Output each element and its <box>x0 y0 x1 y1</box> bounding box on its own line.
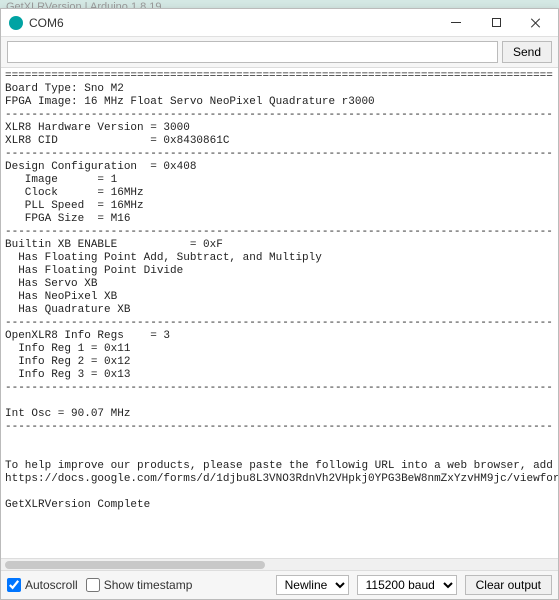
titlebar: COM6 <box>1 9 558 37</box>
send-button[interactable]: Send <box>502 41 552 63</box>
window-title: COM6 <box>29 16 436 30</box>
serial-monitor-window: COM6 Send ==============================… <box>0 8 559 600</box>
autoscroll-label: Autoscroll <box>25 578 78 592</box>
show-timestamp-checkbox[interactable]: Show timestamp <box>86 578 193 592</box>
show-timestamp-input[interactable] <box>86 578 100 592</box>
close-button[interactable] <box>516 10 556 36</box>
send-row: Send <box>1 37 558 68</box>
line-ending-select[interactable]: Newline <box>276 575 349 595</box>
maximize-button[interactable] <box>476 10 516 36</box>
show-timestamp-label: Show timestamp <box>104 578 193 592</box>
bottom-bar: Autoscroll Show timestamp Newline 115200… <box>1 570 558 599</box>
clear-output-button[interactable]: Clear output <box>465 575 552 595</box>
autoscroll-checkbox[interactable]: Autoscroll <box>7 578 78 592</box>
horizontal-scrollbar[interactable] <box>1 558 558 570</box>
horizontal-scrollbar-thumb[interactable] <box>5 561 265 569</box>
minimize-button[interactable] <box>436 10 476 36</box>
serial-output[interactable]: ========================================… <box>1 68 558 558</box>
app-icon <box>9 16 23 30</box>
autoscroll-input[interactable] <box>7 578 21 592</box>
baud-rate-select[interactable]: 115200 baud <box>357 575 457 595</box>
serial-input[interactable] <box>7 41 498 63</box>
